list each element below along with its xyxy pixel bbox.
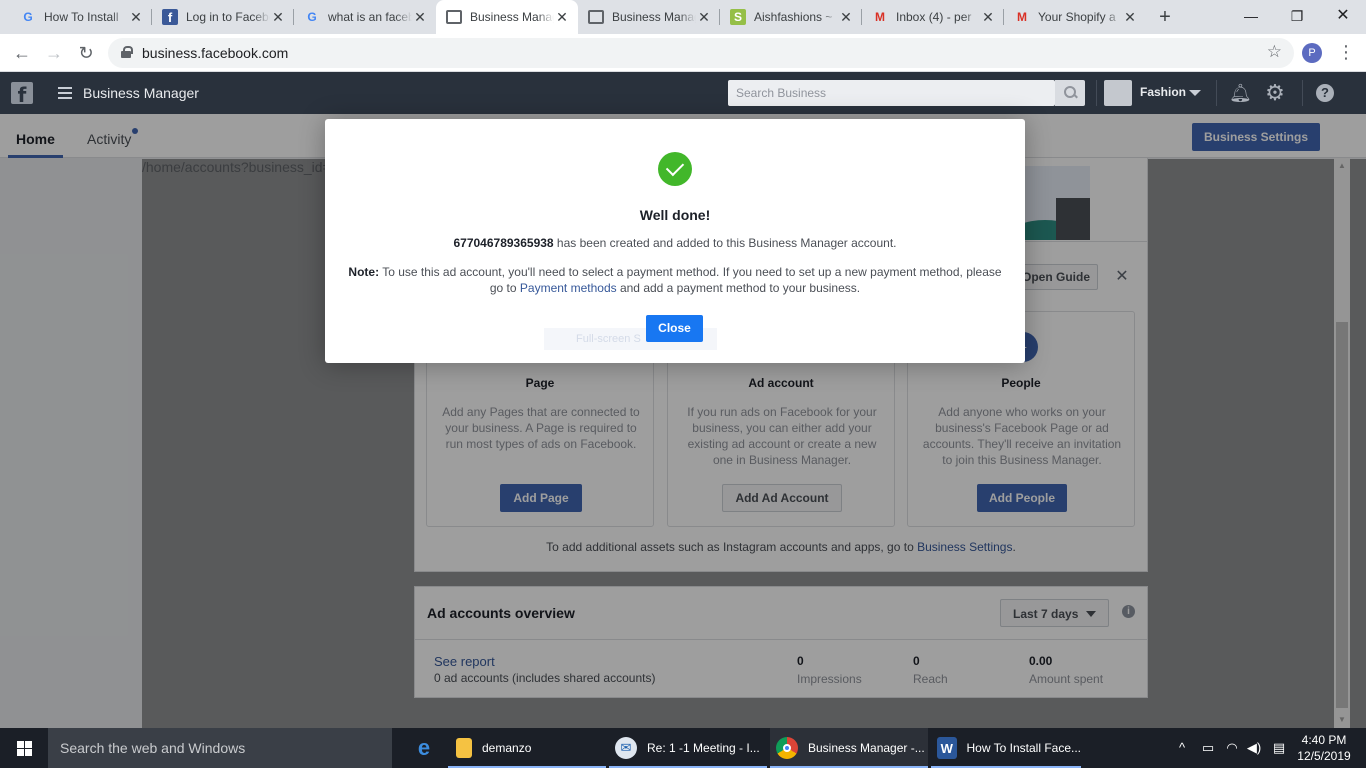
taskbar-item-chrome[interactable]: Business Manager -... [770,728,928,768]
edge-icon: e [417,735,431,760]
battery-icon[interactable]: ▭ [1198,728,1218,768]
dialog-message: 677046789365938 has been created and add… [453,236,897,250]
folder-icon [456,738,472,758]
close-tab-icon[interactable]: ✕ [270,9,286,26]
chevron-down-icon[interactable] [1189,90,1201,96]
back-icon[interactable]: ← [8,39,36,67]
close-tab-icon[interactable]: ✕ [696,9,712,26]
help-icon[interactable]: ? [1316,84,1334,102]
new-tab-icon[interactable]: + [1152,4,1178,30]
business-manager-icon [588,10,604,24]
browser-tab-strip: G How To Install ✕ f Log in to Facebook … [0,0,1366,34]
search-icon[interactable] [1055,80,1085,106]
browser-tab[interactable]: Business Manager ✕ [578,0,720,34]
business-manager-header: f Business Manager Search Business Fashi… [0,72,1366,114]
browser-tab[interactable]: f Log in to Facebook ✕ [152,0,294,34]
profile-avatar[interactable]: P [1302,43,1322,63]
success-dialog: Well done! 677046789365938 has been crea… [325,119,1025,363]
close-tab-icon[interactable]: ✕ [1122,9,1138,26]
close-tab-icon[interactable]: ✕ [128,9,144,26]
browser-tab[interactable]: G How To Install ✕ [10,0,152,34]
google-icon: G [23,10,33,24]
app-title: Business Manager [83,85,199,101]
payment-methods-link[interactable]: Payment methods [520,281,617,295]
browser-tab[interactable]: G what is an facebook ✕ [294,0,436,34]
shopify-icon: S [730,9,746,25]
windows-logo-icon [17,741,32,756]
edge-app[interactable]: e [404,728,444,768]
business-avatar[interactable] [1104,80,1132,106]
bookmark-star-icon[interactable]: ☆ [1267,42,1282,62]
action-center-icon[interactable]: ▤ [1268,728,1290,768]
close-tab-icon[interactable]: ✕ [554,9,570,26]
notifications-bell-icon[interactable]: 🔔︎ [1229,82,1252,104]
gear-icon[interactable]: ⚙ [1264,82,1286,104]
minimize-icon[interactable]: — [1228,0,1274,34]
more-menu-icon[interactable]: ⋮ [1336,40,1356,64]
close-tab-icon[interactable]: ✕ [838,9,854,26]
browser-toolbar: ← → ↻ business.facebook.com/home/account… [0,34,1366,768]
restore-icon[interactable]: ❐ [1274,0,1320,34]
address-bar[interactable]: business.facebook.com/home/accounts?busi… [108,38,1366,768]
chrome-icon [776,737,798,759]
business-name[interactable]: Fashion [1140,85,1186,99]
header-divider [1216,80,1217,106]
lock-icon [121,46,133,58]
search-business-input[interactable]: Search Business [728,80,1055,106]
dialog-title: Well done! [639,207,711,223]
business-manager-icon [446,10,462,24]
ad-account-id: 677046789365938 [453,236,554,250]
google-icon: G [307,10,317,24]
close-tab-icon[interactable]: ✕ [412,9,428,26]
url-text: business.facebook.com/home/accounts?busi… [142,45,1366,768]
header-divider [1302,80,1303,106]
browser-tab[interactable]: M Inbox (4) - per ✕ [862,0,1004,34]
header-divider [1096,80,1097,106]
dialog-note: Note: To use this ad account, you'll nee… [348,265,1002,295]
taskbar-item-word[interactable]: W How To Install Face... [931,728,1081,768]
taskbar-item-outlook[interactable]: ✉ Re: 1 -1 Meeting - I... [609,728,767,768]
outlook-icon: ✉ [615,737,637,759]
facebook-logo-icon[interactable]: f [11,82,33,107]
gmail-icon: M [1017,10,1027,24]
forward-icon[interactable]: → [40,39,68,67]
gmail-icon: M [875,10,885,24]
word-icon: W [937,737,957,759]
windows-taskbar: Search the web and Windows e demanzo ✉ R… [0,728,1366,768]
volume-icon[interactable]: ◀︎) [1244,728,1264,768]
browser-tab-active[interactable]: Business Manager ✕ [436,0,578,34]
facebook-icon: f [162,9,178,25]
start-button[interactable] [0,728,48,768]
browser-tab[interactable]: S Aishfashions ~ ✕ [720,0,862,34]
check-circle-icon [658,152,692,186]
close-tab-icon[interactable]: ✕ [980,9,996,26]
close-window-icon[interactable]: ✕ [1320,0,1366,34]
browser-tab[interactable]: M Your Shopify a ✕ [1004,0,1146,34]
taskbar-item-folder[interactable]: demanzo [448,728,606,768]
taskbar-search[interactable]: Search the web and Windows [48,728,392,768]
wifi-icon[interactable]: ◠ [1222,728,1242,768]
reload-icon[interactable]: ↻ [72,39,100,67]
chevron-up-icon[interactable]: ^ [1174,728,1190,768]
close-button[interactable]: Close [646,315,703,342]
system-clock[interactable]: 4:40 PM 12/5/2019 [1296,732,1352,764]
hamburger-menu-icon[interactable] [58,87,72,99]
